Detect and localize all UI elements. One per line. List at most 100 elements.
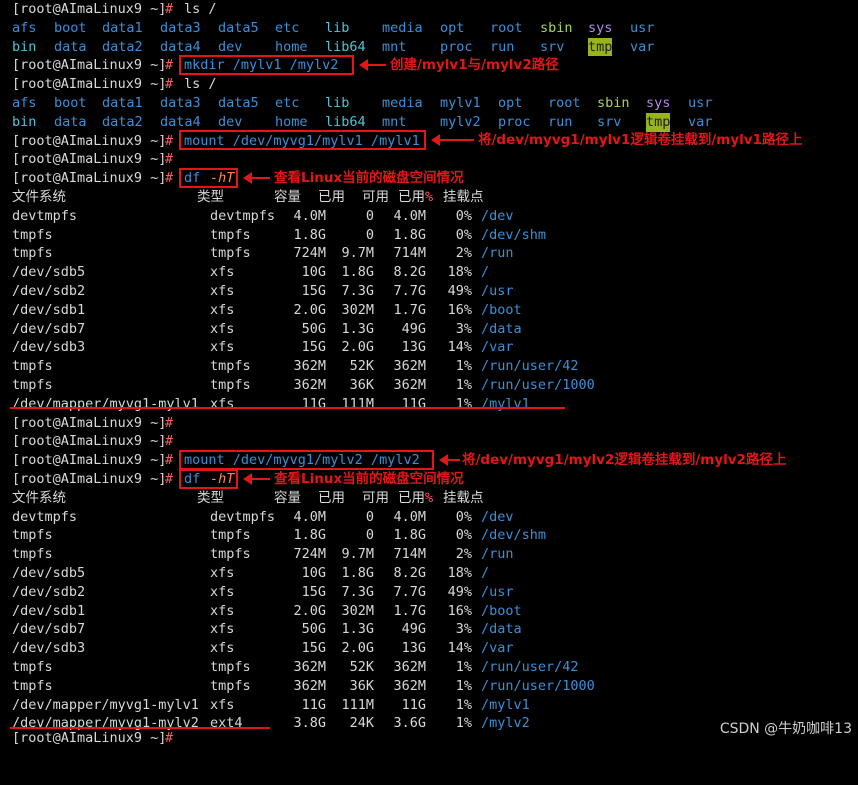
use-pct-cell: 1% xyxy=(455,395,472,412)
annotation-mount2: 将/dev/myvg1/mylv2逻辑卷挂载到/mylv2路径上 xyxy=(462,452,787,468)
dir-entry: media xyxy=(382,19,423,36)
use-pct-cell: 1% xyxy=(455,715,472,732)
type-cell: tmpfs xyxy=(210,527,251,544)
mount-cell: /dev xyxy=(481,508,514,525)
terminal-window[interactable]: [root@AImaLinux9 ~] # ls / afs boot data1 … xyxy=(0,0,858,746)
column-header: 容量 xyxy=(274,489,301,506)
terminal-line: [root@AImaLinux9 ~] # xyxy=(0,432,173,451)
df-header: 文件系统 类型 容量 已用 可用 已用% 挂载点 xyxy=(0,188,484,207)
type-cell: xfs xyxy=(210,395,235,412)
mount-cell: /run xyxy=(481,546,514,563)
use-pct-cell: 16% xyxy=(447,301,472,318)
dir-entry: mylv1 xyxy=(440,95,481,111)
prompt-hash: # xyxy=(165,76,174,93)
filesystem-cell: tmpfs xyxy=(12,546,53,563)
annotation-df: 查看Linux当前的磁盘空间情况 xyxy=(274,471,464,487)
type-cell: xfs xyxy=(210,339,235,356)
use-pct-cell: 0% xyxy=(455,226,472,243)
dir-entry: var xyxy=(630,38,655,55)
column-header: 容量 xyxy=(274,189,301,205)
mount-cell: / xyxy=(481,264,490,281)
symlink-entry: lib64 xyxy=(325,38,366,55)
prompt-hash: # xyxy=(165,170,174,187)
highlight-box xyxy=(179,168,238,188)
filesystem-cell: /dev/mapper/myvg1-mylv1 xyxy=(12,696,199,713)
tmp-dir-entry: tmp xyxy=(588,37,613,57)
arrow-icon xyxy=(243,172,270,184)
filesystem-cell: /dev/sdb5 xyxy=(12,264,86,281)
use-pct-cell: 1% xyxy=(455,677,472,694)
mount-cell: /boot xyxy=(481,602,522,619)
type-cell: xfs xyxy=(210,583,235,600)
annotation-df: 查看Linux当前的磁盘空间情况 xyxy=(274,170,464,186)
dir-entry: data3 xyxy=(160,95,201,111)
dir-entry: data5 xyxy=(218,95,259,111)
terminal-line: [root@AImaLinux9 ~] # mount /dev/myvg1/myl… xyxy=(0,132,420,151)
dir-entry: data3 xyxy=(160,19,201,36)
dir-entry: afs xyxy=(12,95,37,111)
use-pct-cell: 14% xyxy=(447,640,472,657)
type-cell: tmpfs xyxy=(210,358,251,375)
dir-entry: root xyxy=(490,19,523,36)
type-cell: xfs xyxy=(210,696,235,713)
use-pct-cell: 0% xyxy=(455,508,472,525)
mount-cell: /run/user/42 xyxy=(481,358,579,375)
terminal-line: [root@AImaLinux9 ~] # ls / xyxy=(0,75,217,94)
use-pct-cell: 1% xyxy=(455,358,472,375)
use-pct-cell: 0% xyxy=(455,527,472,544)
prompt-hash: # xyxy=(165,132,174,149)
dir-entry: data2 xyxy=(102,113,143,130)
mount-cell: /data xyxy=(481,621,522,638)
filesystem-cell: tmpfs xyxy=(12,226,53,243)
dir-entry: mnt xyxy=(382,113,407,130)
mount-cell: /run xyxy=(481,245,514,262)
dir-entry: sbin xyxy=(597,95,630,111)
arrow-icon xyxy=(431,134,474,146)
mount-cell: /var xyxy=(481,640,514,657)
filesystem-cell: tmpfs xyxy=(12,358,53,375)
dir-entry: home xyxy=(275,113,308,130)
annotation-mount1: 将/dev/myvg1/mylv1逻辑卷挂载到/mylv1路径上 xyxy=(478,132,803,148)
dir-entry: data1 xyxy=(102,95,143,111)
type-cell: devtmpfs xyxy=(210,207,276,224)
dir-entry: usr xyxy=(630,19,655,36)
dir-entry: sys xyxy=(646,95,671,111)
symlink-entry: bin xyxy=(12,113,37,130)
terminal-line: [root@AImaLinux9 ~] # xyxy=(0,414,173,433)
dir-entry: root xyxy=(548,95,581,111)
filesystem-cell: tmpfs xyxy=(12,245,53,262)
dir-entry: sys xyxy=(588,19,613,36)
type-cell: tmpfs xyxy=(210,377,251,393)
dir-entry: boot xyxy=(54,95,87,111)
dir-entry: etc xyxy=(275,95,300,111)
dir-entry: afs xyxy=(12,19,37,36)
use-pct-cell: 18% xyxy=(447,565,472,581)
type-cell: tmpfs xyxy=(210,659,251,675)
mount-cell: /dev/shm xyxy=(481,527,547,544)
filesystem-cell: devtmpfs xyxy=(12,207,78,224)
prompt-hash: # xyxy=(165,57,174,74)
symlink-entry: lib xyxy=(325,19,350,36)
prompt: [root@AImaLinux9 ~] xyxy=(12,471,167,487)
annotation-mkdir: 创建/mylv1与/mylv2路径 xyxy=(390,57,559,73)
df-header: 文件系统 类型 容量 已用 可用 已用% 挂载点 xyxy=(0,489,484,508)
arrow-icon xyxy=(243,473,270,485)
type-cell: xfs xyxy=(210,283,235,299)
prompt: [root@AImaLinux9 ~] xyxy=(12,730,167,746)
arrow-icon xyxy=(439,454,460,466)
terminal-line: [root@AImaLinux9 ~] # xyxy=(0,729,173,748)
use-pct-cell: 18% xyxy=(447,264,472,281)
type-cell: tmpfs xyxy=(210,677,251,694)
dir-entry: mnt xyxy=(382,38,407,55)
use-pct-cell: 1% xyxy=(455,696,472,713)
prompt: [root@AImaLinux9 ~] xyxy=(12,151,167,168)
column-header: 已用 xyxy=(318,189,345,205)
type-cell: xfs xyxy=(210,640,235,657)
dir-entry: data4 xyxy=(160,38,201,55)
filesystem-cell: devtmpfs xyxy=(12,508,78,525)
filesystem-cell: /dev/sdb3 xyxy=(12,640,86,657)
terminal-line: [root@AImaLinux9 ~] # df -hT xyxy=(0,169,234,188)
highlight-box xyxy=(179,130,426,150)
use-pct-cell: 49% xyxy=(447,283,472,299)
terminal-line: [root@AImaLinux9 ~] # xyxy=(0,150,173,169)
